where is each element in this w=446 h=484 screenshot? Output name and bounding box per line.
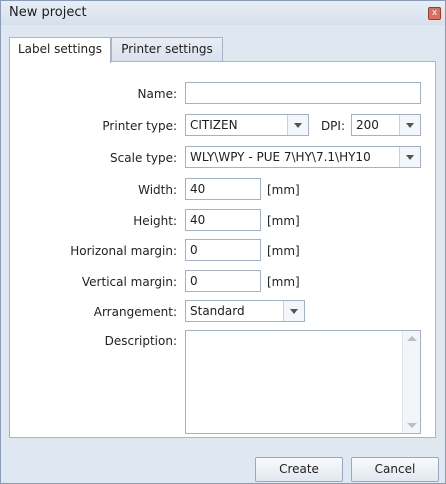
close-icon[interactable]: x [428, 7, 441, 20]
new-project-dialog: New project x Label settings Printer set… [0, 0, 446, 484]
name-input[interactable] [185, 82, 421, 104]
dpi-label: DPI: [320, 119, 345, 133]
height-input[interactable]: 40 [185, 209, 261, 231]
arrangement-value: Standard [190, 304, 245, 318]
dpi-value: 200 [356, 118, 379, 132]
width-input[interactable]: 40 [185, 178, 261, 200]
description-scrollbar[interactable] [402, 331, 420, 433]
tab-label: Printer settings [121, 42, 213, 56]
vertical-margin-unit: [mm] [267, 275, 300, 289]
dpi-select[interactable]: 200 [351, 114, 421, 136]
width-unit: [mm] [267, 183, 300, 197]
chevron-down-icon[interactable] [399, 115, 420, 135]
scale-type-select[interactable]: WLY\WPY - PUE 7\HY\7.1\HY10 [185, 146, 421, 168]
height-unit: [mm] [267, 214, 300, 228]
arrangement-select[interactable]: Standard [185, 300, 305, 322]
scroll-up-icon[interactable] [407, 336, 417, 341]
height-label: Height: [133, 214, 177, 228]
tab-label: Label settings [17, 42, 103, 56]
tab-printer-settings[interactable]: Printer settings [111, 37, 223, 61]
horizontal-margin-label: Horizonal margin: [70, 244, 177, 258]
scale-type-value: WLY\WPY - PUE 7\HY\7.1\HY10 [190, 150, 371, 164]
vertical-margin-label: Vertical margin: [81, 275, 177, 289]
cancel-button[interactable]: Cancel [351, 457, 439, 482]
chevron-down-icon[interactable] [287, 115, 308, 135]
vertical-margin-input[interactable]: 0 [185, 270, 261, 292]
chevron-down-icon[interactable] [399, 147, 420, 167]
description-textarea[interactable] [185, 330, 421, 434]
chevron-down-icon[interactable] [283, 301, 304, 321]
description-label: Description: [104, 334, 177, 348]
printer-type-label: Printer type: [102, 119, 177, 133]
scale-type-label: Scale type: [110, 151, 177, 165]
scroll-down-icon[interactable] [407, 423, 417, 428]
create-button[interactable]: Create [255, 457, 343, 482]
horizontal-margin-unit: [mm] [267, 244, 300, 258]
title-bar: New project x [1, 1, 445, 25]
name-label: Name: [137, 87, 177, 101]
printer-type-select[interactable]: CITIZEN [185, 114, 309, 136]
tab-label-settings[interactable]: Label settings [9, 37, 111, 63]
width-label: Width: [138, 183, 177, 197]
horizontal-margin-input[interactable]: 0 [185, 239, 261, 261]
printer-type-value: CITIZEN [190, 118, 238, 132]
window-title: New project [9, 5, 87, 20]
arrangement-label: Arrangement: [93, 305, 177, 319]
